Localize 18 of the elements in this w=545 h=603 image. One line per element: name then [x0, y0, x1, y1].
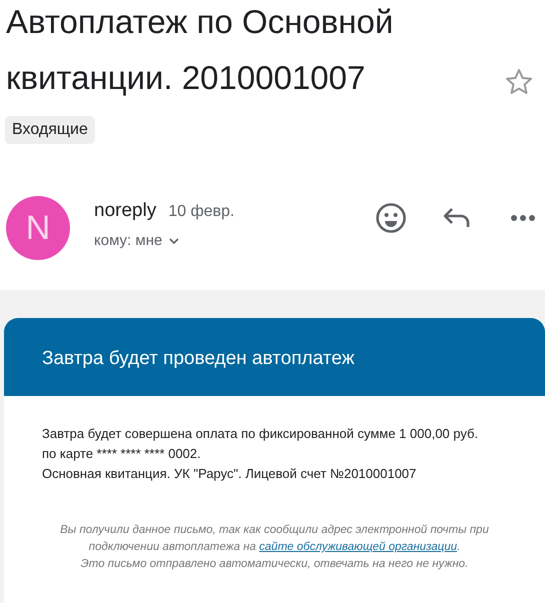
organization-link[interactable]: сайте обслуживающей организации: [259, 541, 458, 553]
smiley-icon: [375, 202, 407, 234]
recipient-toggle[interactable]: кому: мне: [94, 232, 180, 249]
notice-text: Вы получили данное письмо, так как сообщили адрес электронной почты при подключении автоплатежа на сайте обслуживающей организации.: [59, 523, 490, 555]
more-icon: [510, 214, 536, 222]
reply-icon: [442, 206, 472, 230]
label-chip[interactable]: Входящие: [5, 116, 95, 144]
message-date: 10 февр.: [168, 203, 234, 221]
sender-name: noreply: [94, 200, 156, 222]
message-line: по карте **** **** **** 0002.: [42, 445, 202, 463]
email-subject: Автоплатеж по Основной квитанции. 2010001007: [6, 2, 394, 98]
emoji-button[interactable]: [375, 202, 407, 234]
notice-text: Это письмо отправлено автоматически, отвечать на него не нужно.: [80, 557, 470, 572]
message-line: Завтра будет совершена оплата по фиксированной сумме 1 000,00 руб.: [42, 425, 480, 443]
chevron-icon: [168, 236, 180, 244]
message-line: Основная квитанция. УК "Рарус". Лицевой счет №2010001007: [42, 465, 418, 483]
card-header: Завтра будет проведен автоплатеж: [4, 318, 545, 396]
sender-avatar: N: [6, 196, 70, 260]
